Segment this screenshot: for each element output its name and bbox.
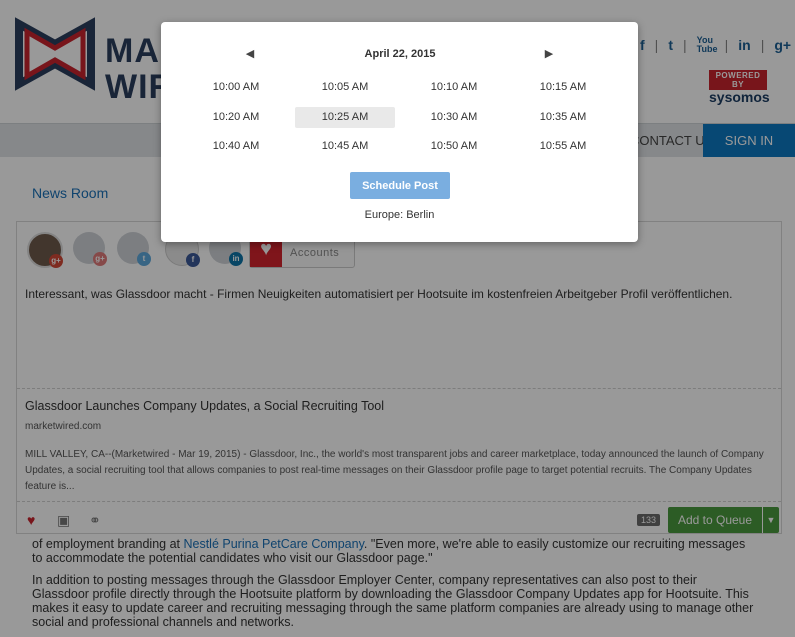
chevron-left-icon[interactable]: ◀ [240,44,260,64]
time-slot[interactable]: 10:35 AM [513,107,613,128]
schedule-picker: ◀ April 22, 2015 ▶ 10:00 AM 10:05 AM 10:10… [161,22,638,242]
schedule-post-button[interactable]: Schedule Post [350,172,450,199]
timezone-label: Europe: Berlin [364,209,435,221]
time-slot[interactable]: 10:45 AM [295,136,395,157]
time-slot[interactable]: 10:25 AM [295,107,395,128]
time-slot[interactable]: 10:15 AM [513,77,613,98]
time-slot[interactable]: 10:20 AM [186,107,286,128]
time-slot[interactable]: 10:30 AM [404,107,504,128]
picker-date-title: April 22, 2015 [364,48,436,60]
time-slot[interactable]: 10:40 AM [186,136,286,157]
chevron-right-icon[interactable]: ▶ [539,44,559,64]
time-slot[interactable]: 10:55 AM [513,136,613,157]
time-slot[interactable]: 10:10 AM [404,77,504,98]
time-slot[interactable]: 10:05 AM [295,77,395,98]
time-slot[interactable]: 10:50 AM [404,136,504,157]
time-slot[interactable]: 10:00 AM [186,77,286,98]
